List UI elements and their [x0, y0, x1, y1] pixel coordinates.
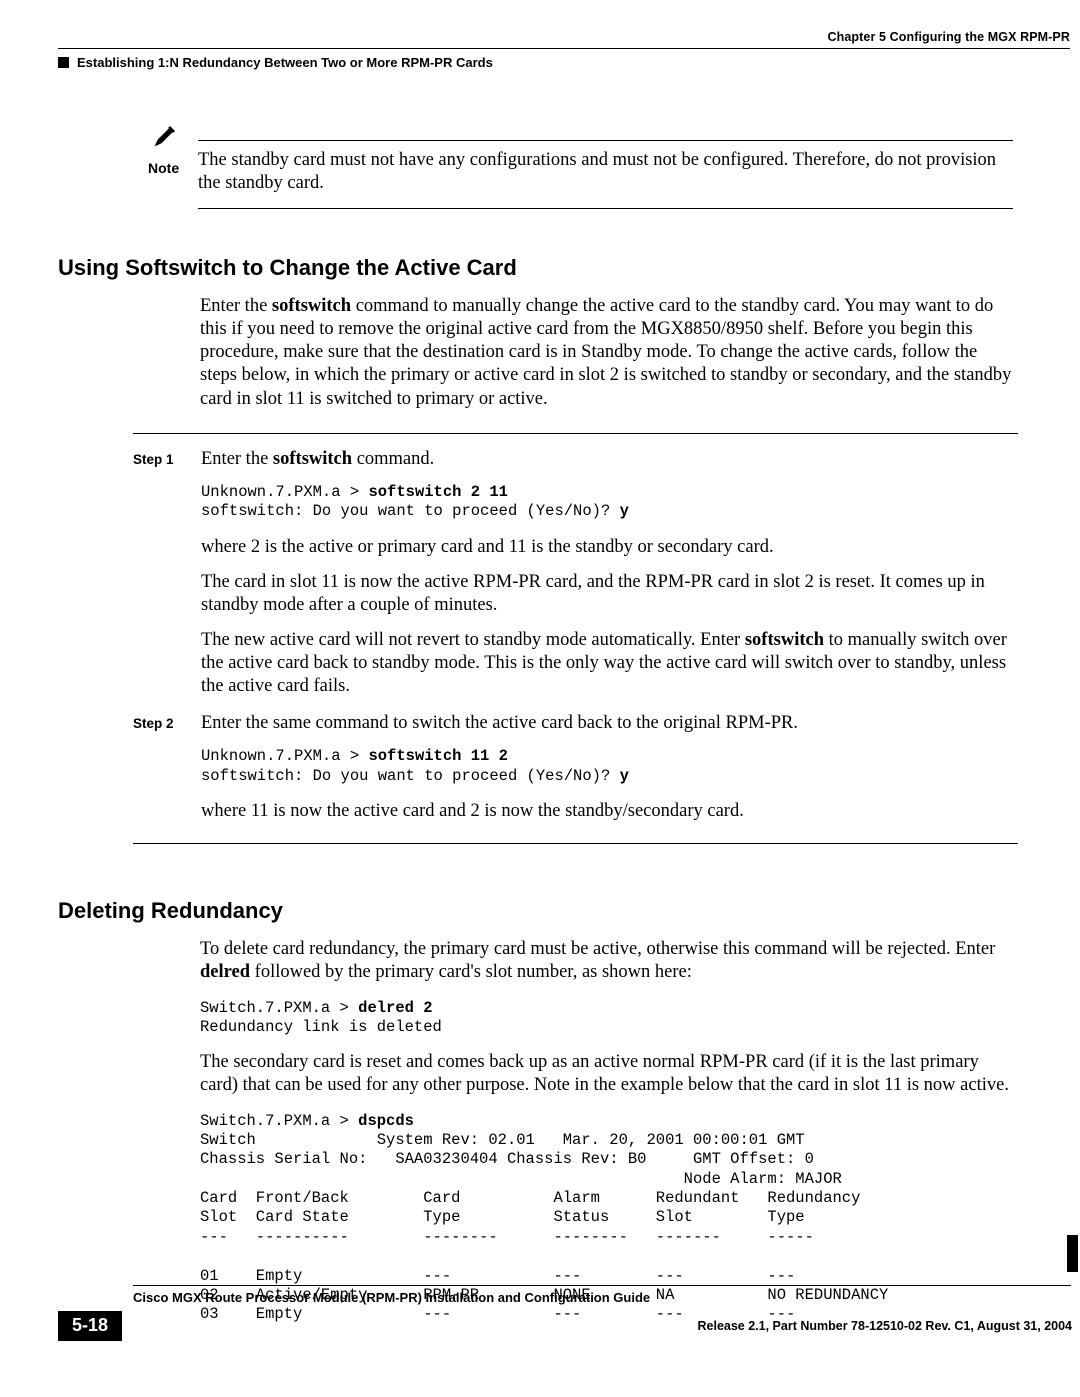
softswitch-intro: Enter the softswitch command to manually…	[200, 295, 1015, 411]
step2-p2: where 11 is now the active card and 2 is…	[201, 800, 1016, 823]
right-edge-marker-icon	[1067, 1235, 1078, 1272]
step1-p3: The card in slot 11 is now the active RP…	[201, 571, 1016, 617]
heading-deleting: Deleting Redundancy	[58, 898, 1070, 924]
note-block: Note The standby card must not have any …	[148, 140, 1018, 209]
text: Enter the	[200, 296, 272, 316]
text: The new active card will not revert to s…	[201, 630, 745, 650]
breadcrumb: Establishing 1:N Redundancy Between Two …	[58, 55, 1070, 70]
code-text: softswitch: Do you want to proceed (Yes/…	[201, 502, 620, 520]
code-text: Unknown.7.PXM.a >	[201, 747, 368, 765]
text: Enter the	[201, 449, 273, 469]
note-text: The standby card must not have any confi…	[198, 149, 1013, 195]
text: To delete card redundancy, the primary c…	[200, 939, 995, 959]
page-number-badge: 5-18	[58, 1311, 122, 1341]
breadcrumb-text: Establishing 1:N Redundancy Between Two …	[77, 55, 493, 70]
cmd-bold: softswitch	[272, 296, 351, 316]
cmd-bold: softswitch	[745, 630, 824, 650]
code-text: Switch.7.PXM.a >	[200, 999, 358, 1017]
delred-code: Switch.7.PXM.a > delred 2 Redundancy lin…	[200, 999, 1015, 1038]
code-text: Switch.7.PXM.a >	[200, 1112, 358, 1130]
step2-label: Step 2	[133, 716, 201, 731]
deleting-p2: The secondary card is reset and comes ba…	[200, 1051, 1015, 1097]
note-label: Note	[148, 160, 198, 176]
code-bold: softswitch 11 2	[368, 747, 508, 765]
footer-guide-title: Cisco MGX Route Processor Module (RPM-PR…	[133, 1290, 1072, 1305]
cmd-bold: softswitch	[273, 449, 352, 469]
page-footer: Cisco MGX Route Processor Module (RPM-PR…	[58, 1285, 1072, 1341]
step1-label: Step 1	[133, 452, 201, 467]
step1-code: Unknown.7.PXM.a > softswitch 2 11 softsw…	[201, 483, 1016, 522]
note-bottom-rule	[198, 208, 1013, 209]
code-bold: softswitch 2 11	[368, 483, 508, 501]
text: command.	[352, 449, 434, 469]
step2-l1: Enter the same command to switch the act…	[201, 712, 1016, 735]
code-text: softswitch: Do you want to proceed (Yes/…	[201, 767, 620, 785]
running-header-chapter: Chapter 5 Configuring the MGX RPM-PR	[58, 30, 1070, 44]
footer-release: Release 2.1, Part Number 78-12510-02 Rev…	[698, 1319, 1073, 1333]
code-bold: dspcds	[358, 1112, 414, 1130]
code-text: Unknown.7.PXM.a >	[201, 483, 368, 501]
step2-body: Enter the same command to switch the act…	[201, 712, 1016, 835]
code-bold: y	[620, 502, 629, 520]
step2-code: Unknown.7.PXM.a > softswitch 11 2 softsw…	[201, 747, 1016, 786]
step1-body: Enter the softswitch command. Unknown.7.…	[201, 448, 1016, 711]
code-bold: y	[620, 767, 629, 785]
step1-p2: where 2 is the active or primary card an…	[201, 536, 1016, 559]
text: followed by the primary card's slot numb…	[250, 962, 692, 982]
deleting-body: To delete card redundancy, the primary c…	[200, 938, 1015, 1324]
header-marker-icon	[58, 57, 69, 68]
footer-rule	[133, 1285, 1071, 1286]
pencil-icon	[148, 125, 176, 153]
header-rule	[58, 48, 1070, 49]
code-text: Redundancy link is deleted	[200, 1018, 442, 1036]
cmd-bold: delred	[200, 962, 250, 982]
steps-block: Step 1 Enter the softswitch command. Unk…	[133, 433, 1018, 836]
heading-softswitch: Using Softswitch to Change the Active Ca…	[58, 255, 1070, 281]
note-top-rule	[198, 140, 1013, 141]
code-bold: delred 2	[358, 999, 432, 1017]
steps-bottom-rule	[133, 843, 1018, 844]
